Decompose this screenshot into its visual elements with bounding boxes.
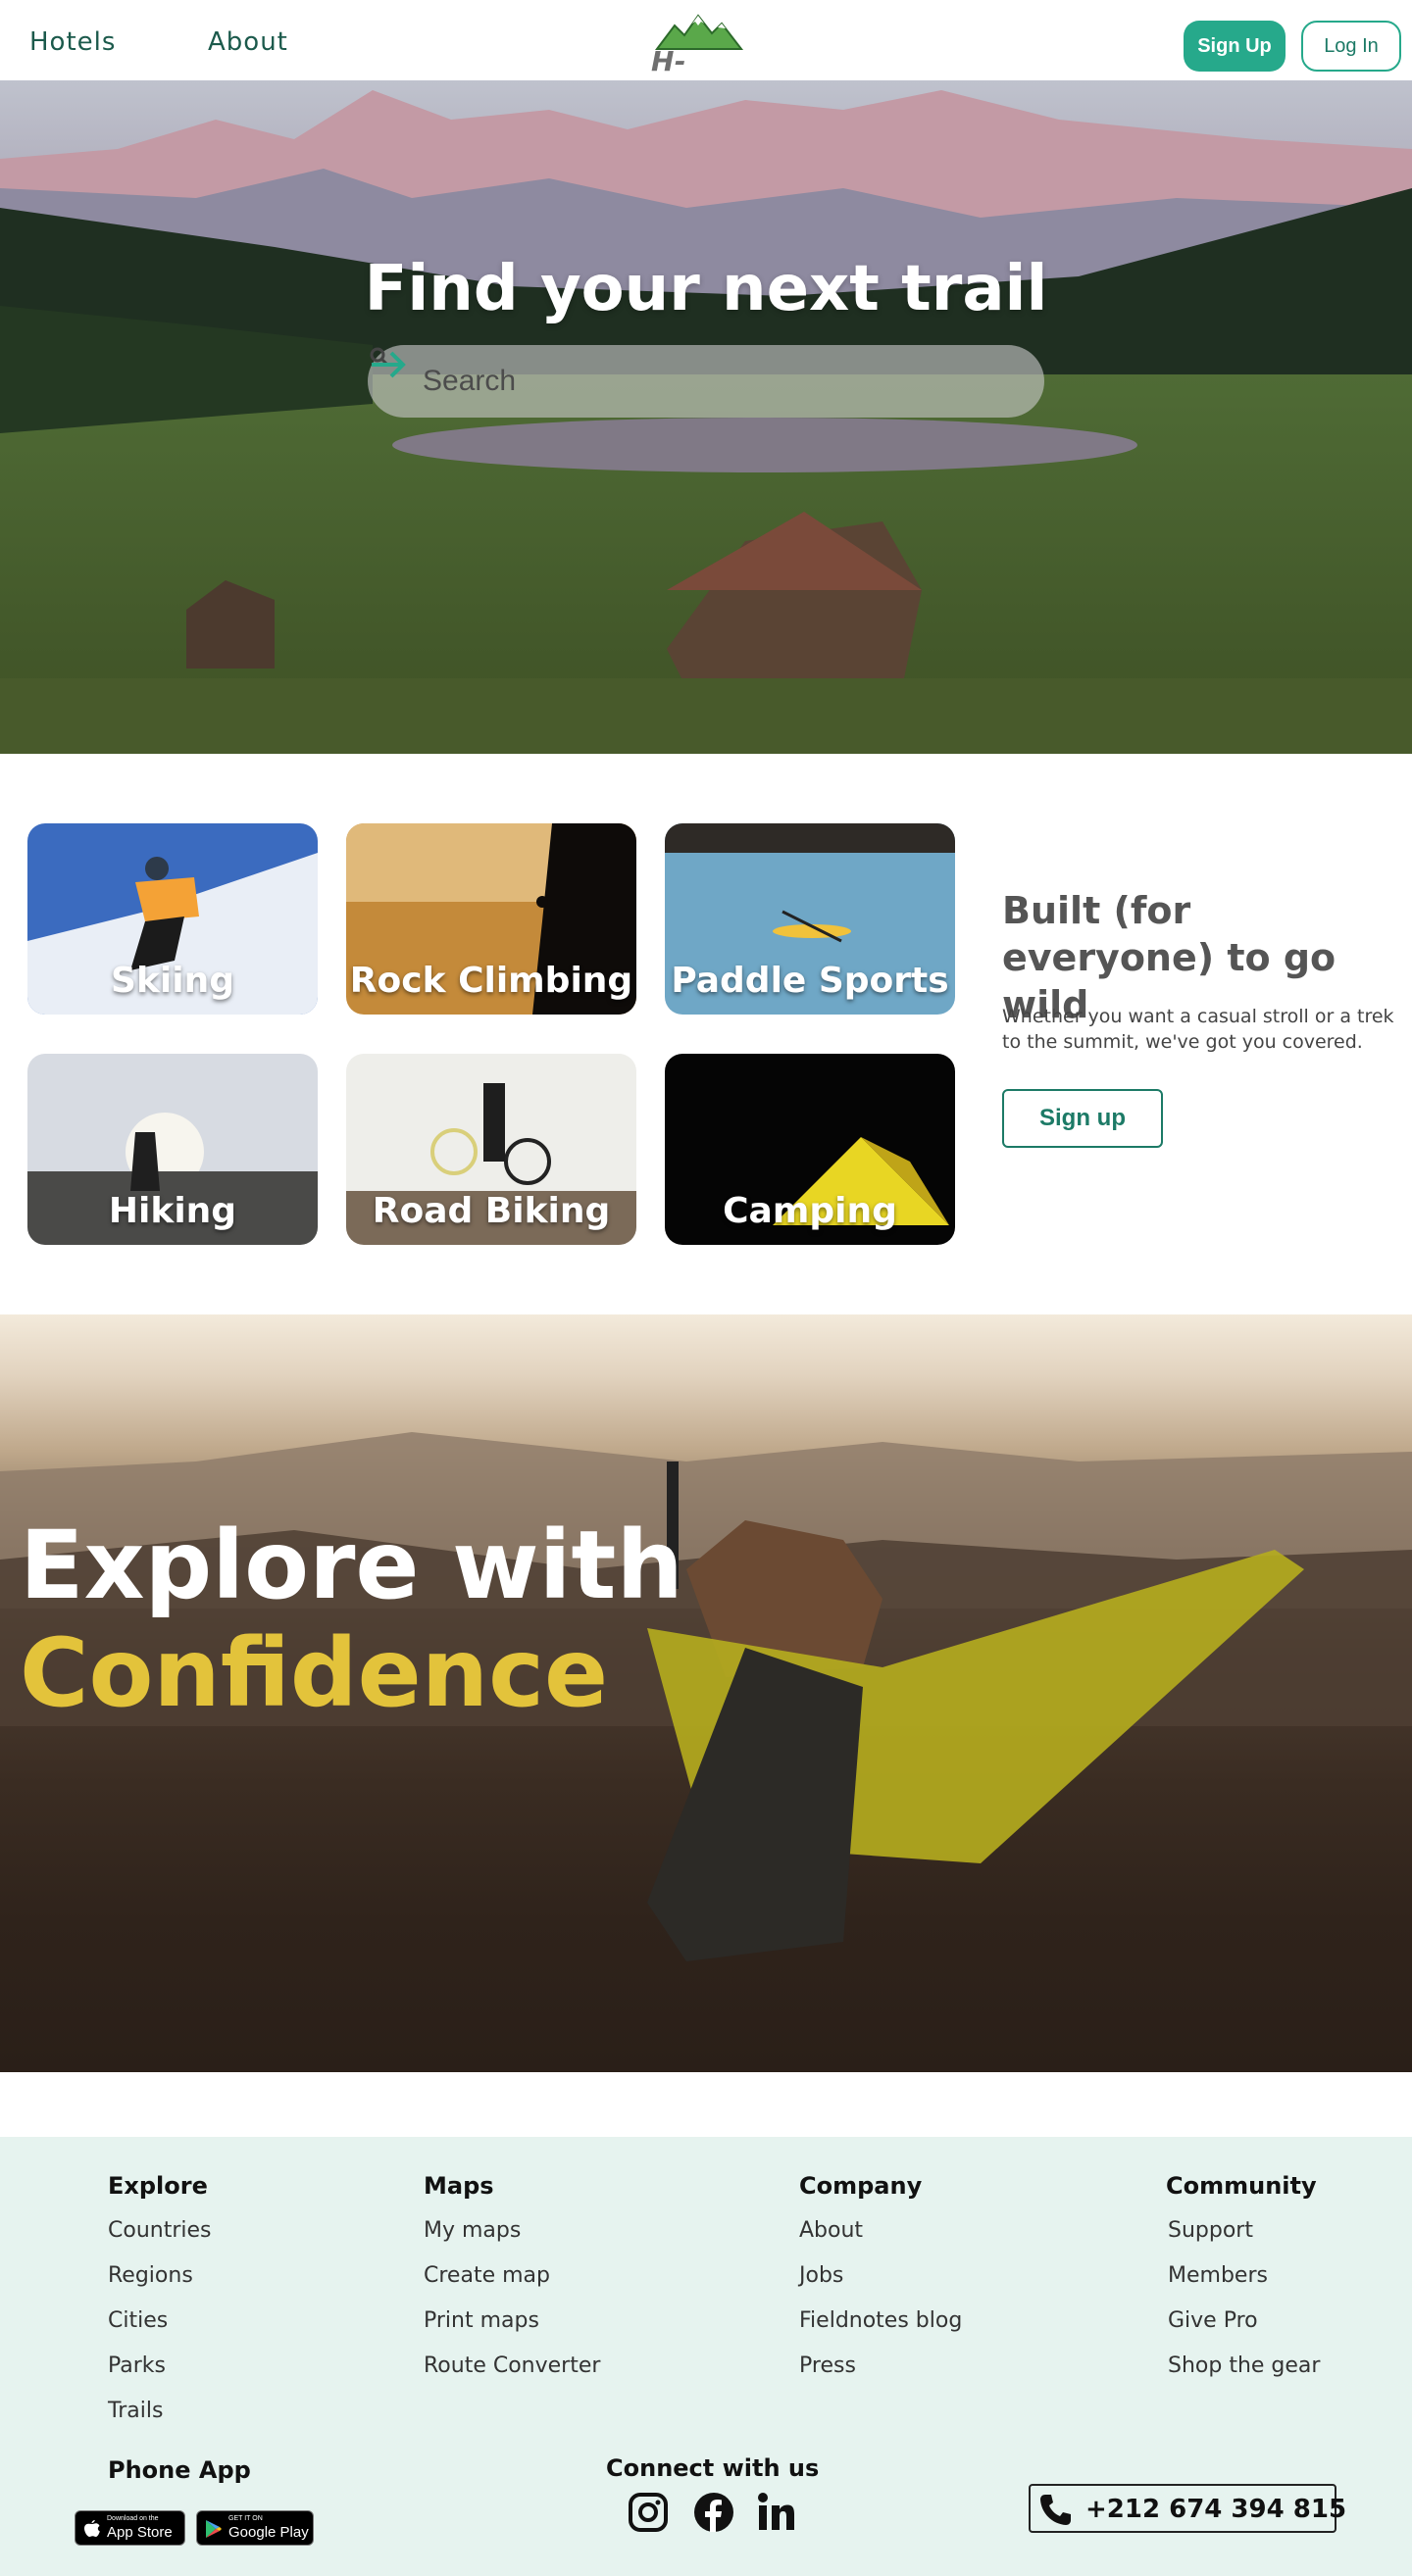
store-small-text: GET IT ON [228, 2515, 263, 2522]
footer-link[interactable]: Members [1168, 2263, 1268, 2288]
nav-link-hotels[interactable]: Hotels [29, 27, 116, 57]
apple-icon [84, 2520, 100, 2537]
hero-section: Find your next trail [0, 80, 1412, 754]
footer-link[interactable]: Fieldnotes blog [799, 2308, 962, 2333]
store-small-text: Download on the [107, 2515, 159, 2522]
activity-card-paddle-sports[interactable]: Paddle Sports [665, 823, 955, 1015]
google-play-icon [206, 2520, 222, 2538]
google-play-badge[interactable]: GET IT ON Google Play [196, 2510, 314, 2546]
card-label: Hiking [108, 1191, 237, 1231]
explore-heading-line-1: Explore with [20, 1511, 683, 1620]
footer-link[interactable]: About [799, 2218, 863, 2243]
footer-link[interactable]: Support [1168, 2218, 1253, 2243]
footer-link[interactable]: Shop the gear [1168, 2353, 1320, 2378]
footer: Explore Countries Regions Cities Parks T… [0, 2137, 1412, 2576]
app-store-badge[interactable]: Download on the App Store [75, 2510, 185, 2546]
top-nav: Hotels About H-Agency Sign Up Log In [0, 0, 1412, 110]
footer-column-title: Explore [108, 2172, 208, 2200]
footer-link[interactable]: Jobs [799, 2263, 843, 2288]
footer-link[interactable]: Route Converter [424, 2353, 600, 2378]
footer-link[interactable]: Cities [108, 2308, 168, 2333]
footer-link[interactable]: Press [799, 2353, 856, 2378]
footer-column-title: Company [799, 2172, 923, 2200]
footer-link[interactable]: Give Pro [1168, 2308, 1258, 2333]
phone-app-title: Phone App [108, 2456, 251, 2484]
store-big-text: App Store [107, 2524, 173, 2541]
search-bar[interactable] [368, 345, 1044, 418]
footer-column-title: Community [1166, 2172, 1317, 2200]
signup-cta-button[interactable]: Sign up [1002, 1089, 1163, 1148]
card-label: Skiing [111, 961, 234, 1001]
footer-link[interactable]: Trails [108, 2399, 163, 2423]
phone-contact[interactable]: +212 674 394 815 [1029, 2484, 1346, 2533]
activity-card-camping[interactable]: Camping [665, 1054, 955, 1245]
footer-link[interactable]: Regions [108, 2263, 193, 2288]
footer-link[interactable]: Parks [108, 2353, 166, 2378]
phone-icon [1040, 2495, 1071, 2525]
card-label: Paddle Sports [671, 961, 949, 1001]
facebook-icon[interactable] [692, 2491, 735, 2534]
card-label: Rock Climbing [349, 961, 633, 1001]
footer-link[interactable]: Countries [108, 2218, 212, 2243]
explore-section: Explore with Confidence [0, 1314, 1412, 2072]
activities-section: Skiing Rock Climbing Paddle Sports Hikin… [0, 754, 1412, 1314]
store-big-text: Google Play [228, 2524, 309, 2541]
footer-link[interactable]: Create map [424, 2263, 550, 2288]
footer-link[interactable]: My maps [424, 2218, 521, 2243]
section-description: Whether you want a casual stroll or a tr… [1002, 1006, 1394, 1053]
hero-title: Find your next trail [364, 253, 1048, 325]
footer-link[interactable]: Print maps [424, 2308, 539, 2333]
phone-number: +212 674 394 815 [1085, 2495, 1347, 2524]
activity-card-road-biking[interactable]: Road Biking [346, 1054, 636, 1245]
activity-card-hiking[interactable]: Hiking [27, 1054, 318, 1245]
explore-heading-line-2: Confidence [20, 1618, 609, 1728]
activity-card-rock-climbing[interactable]: Rock Climbing [346, 823, 636, 1015]
signup-button[interactable]: Sign Up [1184, 21, 1286, 72]
footer-column-title: Maps [424, 2172, 494, 2200]
activity-card-skiing[interactable]: Skiing [27, 823, 318, 1015]
nav-link-about[interactable]: About [208, 27, 288, 57]
card-label: Road Biking [372, 1191, 611, 1231]
login-button[interactable]: Log In [1301, 21, 1401, 72]
card-label: Camping [723, 1191, 897, 1231]
arrow-right-icon[interactable] [368, 345, 411, 384]
linkedin-icon[interactable] [755, 2491, 798, 2534]
logo[interactable]: H-Agency [647, 10, 792, 110]
search-input[interactable] [423, 359, 972, 404]
connect-title: Connect with us [606, 2454, 820, 2482]
instagram-icon[interactable] [627, 2491, 670, 2534]
